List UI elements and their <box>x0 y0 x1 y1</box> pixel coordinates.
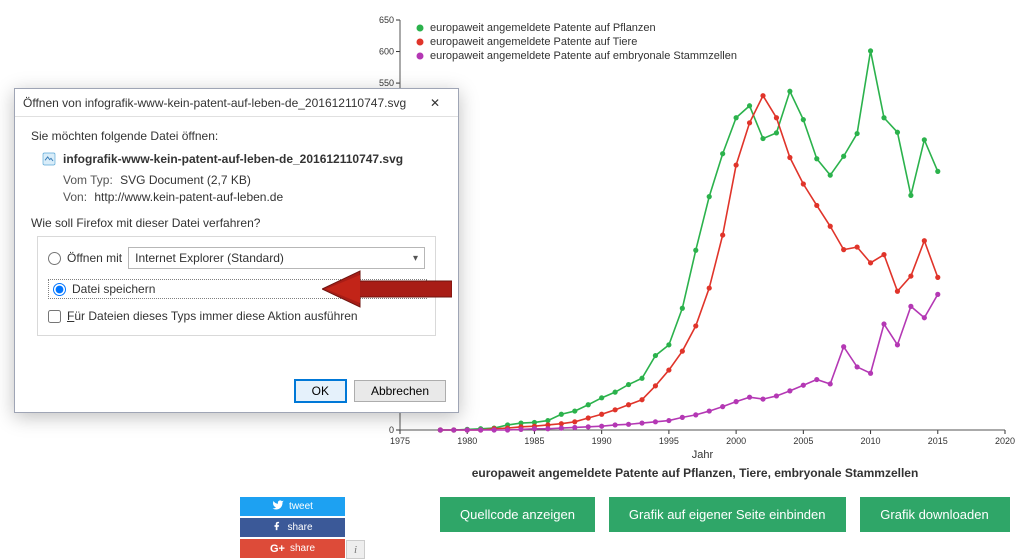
dialog-question: Wie soll Firefox mit dieser Datei verfah… <box>31 216 442 230</box>
dialog-type-label: Vom Typ: <box>63 173 113 187</box>
dialog-from-label: Von: <box>63 190 87 204</box>
chart: 0501001502002503003504004505005506006501… <box>370 0 1020 470</box>
svg-text:europaweit angemeldete Patente: europaweit angemeldete Patente auf embry… <box>430 50 737 62</box>
svg-text:Jahr: Jahr <box>692 449 714 461</box>
svg-text:1975: 1975 <box>390 436 410 446</box>
open-with-radio[interactable] <box>48 252 61 265</box>
googleplus-icon: G+ <box>270 543 285 555</box>
remember-checkbox[interactable] <box>48 310 61 323</box>
svg-text:1980: 1980 <box>457 436 477 446</box>
twitter-share-label: tweet <box>289 501 313 512</box>
open-with-select[interactable]: Internet Explorer (Standard) ▾ <box>128 247 425 269</box>
dialog-type-value: SVG Document (2,7 KB) <box>120 173 251 187</box>
svg-text:2015: 2015 <box>928 436 948 446</box>
svg-text:550: 550 <box>379 78 394 88</box>
facebook-share-label: share <box>287 522 312 533</box>
googleplus-share-label: share <box>290 543 315 554</box>
file-type-icon <box>41 151 57 167</box>
dialog-from-value: http://www.kein-patent-auf-leben.de <box>94 190 283 204</box>
open-with-label: Öffnen mit <box>67 251 122 265</box>
svg-text:2005: 2005 <box>793 436 813 446</box>
svg-text:europaweit angemeldete Patente: europaweit angemeldete Patente auf Tiere <box>430 36 637 48</box>
info-icon: i <box>354 544 357 556</box>
svg-text:1995: 1995 <box>659 436 679 446</box>
chevron-down-icon: ▾ <box>413 253 418 264</box>
dialog-titlebar: Öffnen von infografik-www-kein-patent-au… <box>15 89 458 117</box>
dialog-body: Sie möchten folgende Datei öffnen: infog… <box>15 117 458 336</box>
svg-text:0: 0 <box>389 425 394 435</box>
svg-text:europaweit angemeldete Patente: europaweit angemeldete Patente auf Pflan… <box>430 22 656 34</box>
dialog-filename: infografik-www-kein-patent-auf-leben-de_… <box>63 152 403 166</box>
share-column: tweet share G+ share <box>240 497 345 560</box>
dialog-title: Öffnen von infografik-www-kein-patent-au… <box>23 96 430 110</box>
facebook-share-button[interactable]: share <box>240 518 345 537</box>
open-with-app: Internet Explorer (Standard) <box>135 251 284 265</box>
show-source-button[interactable]: Quellcode anzeigen <box>440 497 595 532</box>
close-icon: ✕ <box>430 96 450 110</box>
twitter-icon <box>272 499 284 514</box>
dialog-cancel-button[interactable]: Abbrechen <box>354 380 446 402</box>
svg-text:650: 650 <box>379 15 394 25</box>
chart-caption: europaweit angemeldete Patente auf Pflan… <box>370 466 1020 480</box>
download-button[interactable]: Grafik downloaden <box>860 497 1010 532</box>
dialog-close-button[interactable]: ✕ <box>430 93 450 113</box>
svg-text:1990: 1990 <box>592 436 612 446</box>
svg-text:2000: 2000 <box>726 436 746 446</box>
chart-actions: Quellcode anzeigen Grafik auf eigener Se… <box>440 497 1010 532</box>
svg-text:600: 600 <box>379 47 394 57</box>
twitter-share-button[interactable]: tweet <box>240 497 345 516</box>
svg-text:1985: 1985 <box>524 436 544 446</box>
svg-text:2020: 2020 <box>995 436 1015 446</box>
remember-label-rest: ür Dateien dieses Typs immer diese Aktio… <box>74 309 357 323</box>
dialog-ok-button[interactable]: OK <box>295 380 346 402</box>
embed-button[interactable]: Grafik auf eigener Seite einbinden <box>609 497 846 532</box>
info-button[interactable]: i <box>346 540 365 559</box>
save-file-radio[interactable] <box>53 283 66 296</box>
googleplus-share-button[interactable]: G+ share <box>240 539 345 558</box>
dialog-opening-text: Sie möchten folgende Datei öffnen: <box>31 129 442 143</box>
save-file-label: Datei speichern <box>72 282 155 296</box>
svg-text:2010: 2010 <box>861 436 881 446</box>
facebook-icon <box>272 521 282 534</box>
download-dialog: Öffnen von infografik-www-kein-patent-au… <box>14 88 459 413</box>
